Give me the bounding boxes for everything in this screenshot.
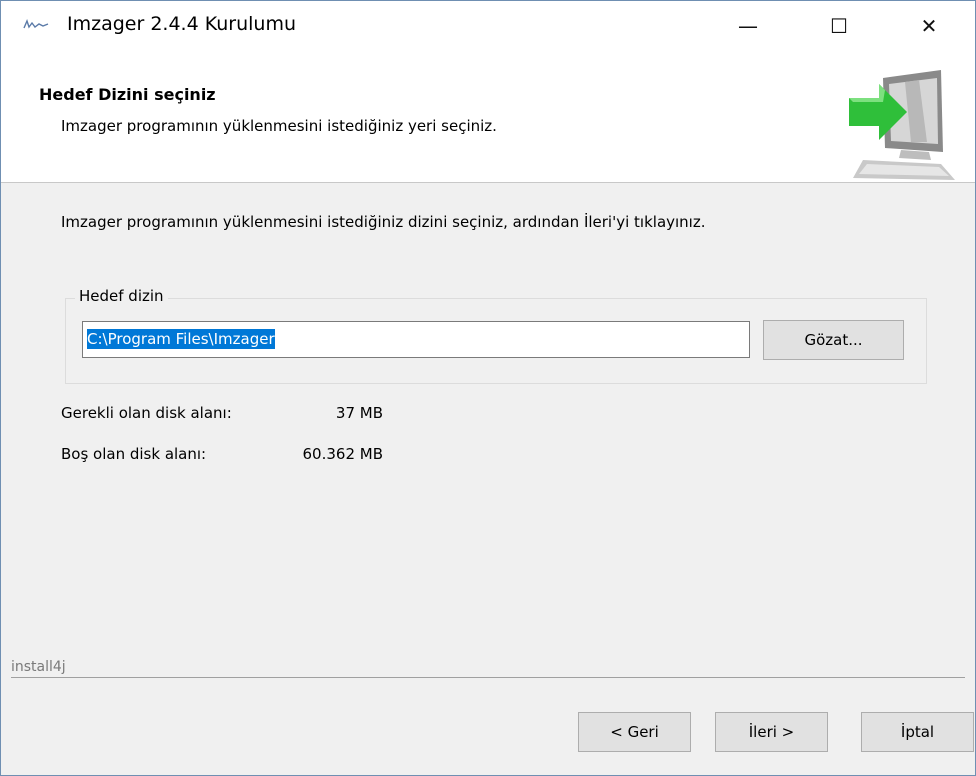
next-button[interactable]: İleri > — [715, 712, 828, 752]
close-button[interactable]: ✕ — [883, 1, 975, 51]
cancel-button[interactable]: İptal — [861, 712, 974, 752]
maximize-button[interactable]: ☐ — [793, 1, 885, 51]
free-space-value: 60.362 MB — [302, 445, 384, 463]
maximize-icon: ☐ — [830, 14, 848, 38]
directory-input[interactable]: C:\Program Files\Imzager — [82, 321, 750, 358]
directory-input-value: C:\Program Files\Imzager — [87, 329, 275, 349]
required-space-label: Gerekli olan disk alanı: — [61, 404, 232, 422]
page-subtitle: Imzager programının yüklenmesini istediğ… — [61, 117, 497, 135]
installer-brand: install4j — [11, 659, 72, 675]
title-bar[interactable]: Imzager 2.4.4 Kurulumu — ☐ ✕ — [1, 1, 975, 51]
minimize-button[interactable]: — — [702, 1, 794, 51]
wizard-content: Imzager programının yüklenmesini istediğ… — [1, 183, 975, 653]
installer-window: Imzager 2.4.4 Kurulumu — ☐ ✕ Hedef Dizin… — [0, 0, 976, 776]
browse-button[interactable]: Gözat... — [763, 320, 904, 360]
page-title: Hedef Dizini seçiniz — [39, 85, 216, 104]
back-button[interactable]: < Geri — [578, 712, 691, 752]
wizard-header: Hedef Dizini seçiniz Imzager programının… — [1, 51, 975, 183]
instruction-text: Imzager programının yüklenmesini istediğ… — [61, 213, 706, 231]
required-space-value: 37 MB — [335, 404, 383, 422]
window-title: Imzager 2.4.4 Kurulumu — [67, 13, 296, 35]
close-icon: ✕ — [920, 14, 938, 38]
free-space-label: Boş olan disk alanı: — [61, 445, 207, 463]
destination-group-label: Hedef dizin — [75, 287, 168, 305]
minimize-icon: — — [738, 14, 758, 38]
footer-divider — [11, 677, 965, 678]
computer-with-green-arrow-icon — [849, 70, 955, 180]
app-icon — [23, 19, 49, 29]
